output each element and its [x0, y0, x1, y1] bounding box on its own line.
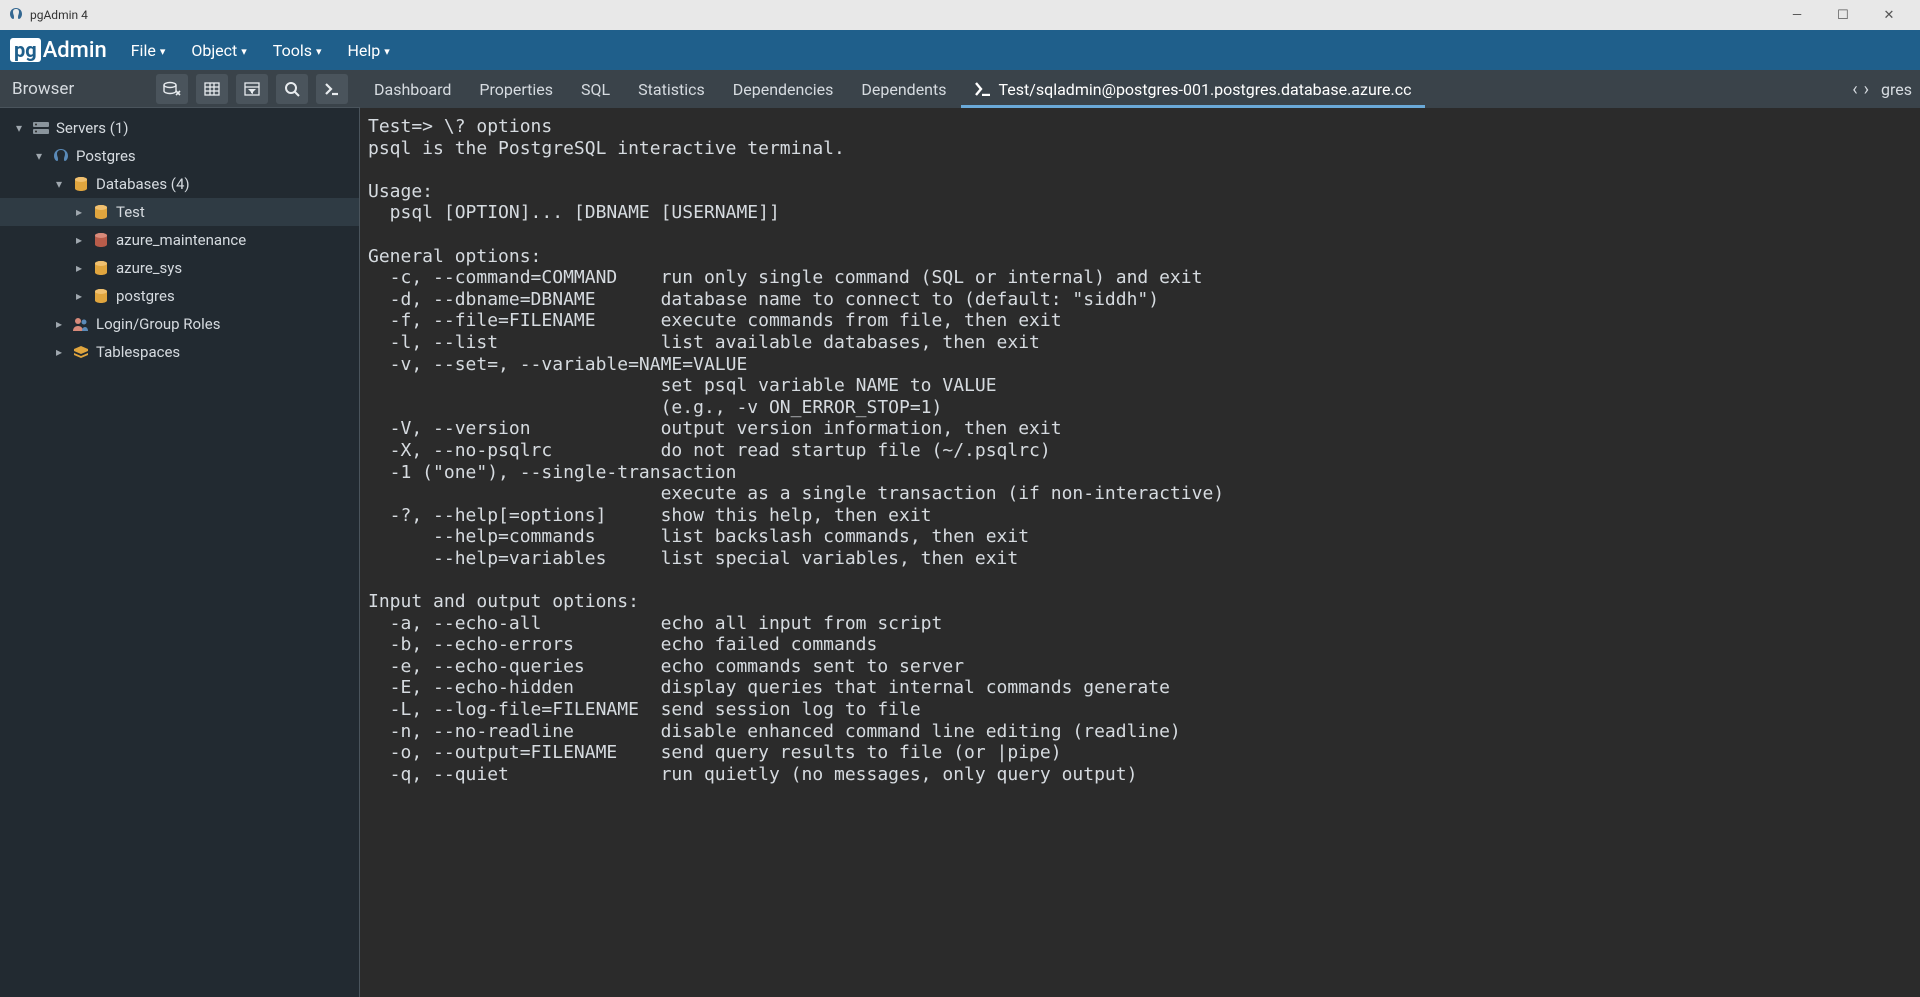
tab-psql-session[interactable]: Test/sqladmin@postgres-001.postgres.data… — [961, 70, 1426, 108]
chevron-right-icon: ▸ — [52, 317, 66, 331]
tab-dashboard[interactable]: Dashboard — [360, 70, 465, 108]
tree-label: Login/Group Roles — [96, 315, 220, 333]
database-disconnected-icon — [92, 231, 110, 249]
chevron-right-icon: ▸ — [72, 205, 86, 219]
tree-databases[interactable]: ▾ Databases (4) — [0, 170, 359, 198]
view-data-button[interactable] — [196, 74, 228, 104]
tab-dependents[interactable]: Dependents — [847, 70, 960, 108]
window-titlebar: pgAdmin 4 — ☐ ✕ — [0, 0, 1920, 30]
tree-label: Test — [116, 203, 145, 221]
tab-nav-arrows: ‹ › gres — [1844, 70, 1920, 108]
tab-dependencies[interactable]: Dependencies — [719, 70, 848, 108]
database-icon — [92, 203, 110, 221]
browser-tree[interactable]: ▾ Servers (1) ▾ Postgres ▾ Databases (4)… — [0, 108, 360, 997]
menu-help[interactable]: Help▾ — [346, 37, 392, 64]
query-tool-button[interactable] — [156, 74, 188, 104]
search-button[interactable] — [276, 74, 308, 104]
chevron-right-icon: ▸ — [72, 289, 86, 303]
tablespace-icon — [72, 343, 90, 361]
chevron-right-icon: ▸ — [72, 261, 86, 275]
pgadmin-logo: pgAdmin — [10, 38, 107, 63]
chevron-down-icon: ▾ — [384, 45, 390, 58]
psql-terminal-panel[interactable]: Test=> \? options psql is the PostgreSQL… — [360, 108, 1920, 997]
tree-label: azure_maintenance — [116, 231, 246, 249]
tree-tablespaces[interactable]: ▸ Tablespaces — [0, 338, 359, 366]
chevron-right-icon: ▸ — [52, 345, 66, 359]
tab-psql-label: Test/sqladmin@postgres-001.postgres.data… — [999, 80, 1412, 99]
tab-statistics[interactable]: Statistics — [624, 70, 719, 108]
psql-tool-button[interactable] — [316, 74, 348, 104]
browser-panel-header: Browser — [0, 70, 360, 108]
chevron-down-icon: ▾ — [32, 149, 46, 163]
chevron-down-icon: ▾ — [241, 45, 247, 58]
menu-file-label: File — [131, 41, 156, 60]
main-menubar: pgAdmin File▾ Object▾ Tools▾ Help▾ — [0, 30, 1920, 70]
browser-title: Browser — [12, 79, 148, 99]
elephant-icon — [52, 147, 70, 165]
main-split: ▾ Servers (1) ▾ Postgres ▾ Databases (4)… — [0, 108, 1920, 997]
menu-tools[interactable]: Tools ▾ — [271, 37, 324, 64]
tab-bar: Dashboard Properties SQL Statistics Depe… — [360, 70, 1844, 108]
tree-label: Databases (4) — [96, 175, 190, 193]
tree-label: Postgres — [76, 147, 136, 165]
chevron-down-icon: ▾ — [316, 45, 322, 58]
menu-tools-label: Tools — [273, 41, 312, 60]
tree-db-test[interactable]: ▸ Test — [0, 198, 359, 226]
overflow-tab-truncated[interactable]: gres — [1875, 80, 1912, 99]
menu-help-label: Help — [348, 41, 381, 60]
database-icon — [92, 287, 110, 305]
filter-rows-button[interactable] — [236, 74, 268, 104]
database-icon — [92, 259, 110, 277]
tree-label: azure_sys — [116, 259, 182, 277]
terminal-icon — [975, 82, 991, 96]
window-close-button[interactable]: ✕ — [1866, 0, 1912, 30]
tab-scroll-right-button[interactable]: › — [1864, 79, 1869, 100]
tree-servers[interactable]: ▾ Servers (1) — [0, 114, 359, 142]
roles-icon — [72, 315, 90, 333]
chevron-down-icon: ▾ — [160, 45, 166, 58]
menu-file[interactable]: File ▾ — [129, 37, 168, 64]
server-group-icon — [32, 119, 50, 137]
chevron-down-icon: ▾ — [52, 177, 66, 191]
tree-db-azure-maintenance[interactable]: ▸ azure_maintenance — [0, 226, 359, 254]
tab-sql[interactable]: SQL — [567, 70, 624, 108]
tab-properties[interactable]: Properties — [465, 70, 567, 108]
terminal-output: Test=> \? options psql is the PostgreSQL… — [360, 116, 1920, 785]
window-title: pgAdmin 4 — [30, 8, 88, 22]
chevron-down-icon: ▾ — [12, 121, 26, 135]
secondary-toolbar: Browser Dashboard Properties SQL Statist… — [0, 70, 1920, 108]
menu-object[interactable]: Object ▾ — [189, 37, 248, 64]
database-icon — [72, 175, 90, 193]
tree-label: Servers (1) — [56, 119, 129, 137]
chevron-right-icon: ▸ — [72, 233, 86, 247]
tree-server-postgres[interactable]: ▾ Postgres — [0, 142, 359, 170]
tree-login-roles[interactable]: ▸ Login/Group Roles — [0, 310, 359, 338]
tree-db-postgres[interactable]: ▸ postgres — [0, 282, 359, 310]
tree-label: postgres — [116, 287, 175, 305]
tree-db-azure-sys[interactable]: ▸ azure_sys — [0, 254, 359, 282]
app-icon — [8, 7, 24, 23]
window-minimize-button[interactable]: — — [1774, 0, 1820, 30]
menu-object-label: Object — [191, 41, 237, 60]
tab-scroll-left-button[interactable]: ‹ — [1852, 79, 1857, 100]
tree-label: Tablespaces — [96, 343, 180, 361]
window-maximize-button[interactable]: ☐ — [1820, 0, 1866, 30]
